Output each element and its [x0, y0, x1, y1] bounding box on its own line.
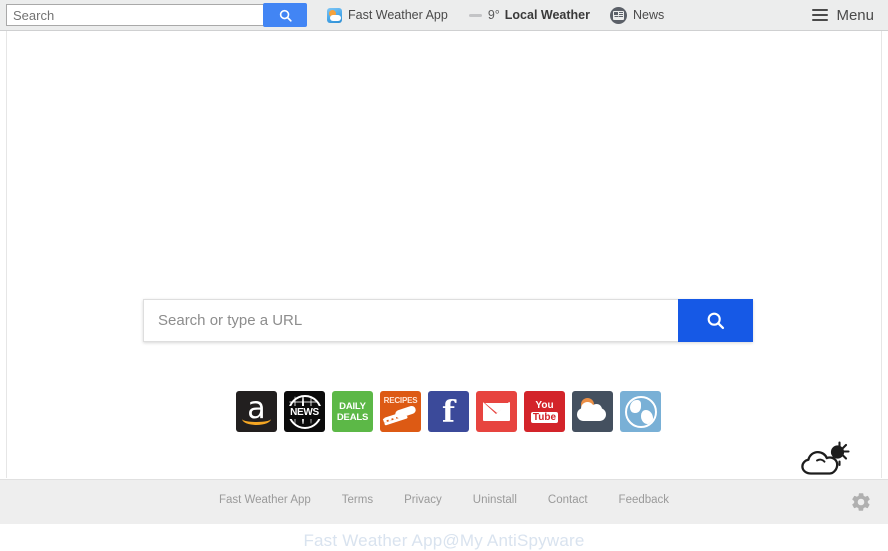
footer-link-list: Fast Weather App Terms Privacy Uninstall… [0, 494, 888, 506]
shortcut-tiles: a NEWS DAILY DEALS RECIPES f You Tube [236, 391, 661, 432]
main-search-group [143, 299, 753, 342]
shortcut-tile-youtube[interactable]: You Tube [524, 391, 565, 432]
youtube-line1: You [535, 400, 554, 411]
facebook-icon: f [442, 394, 455, 430]
shortcut-tile-amazon[interactable]: a [236, 391, 277, 432]
main-search-button[interactable] [678, 299, 753, 342]
footer-link-feedback[interactable]: Feedback [619, 494, 670, 506]
toolbar-menu-label: Menu [836, 6, 874, 24]
toolbar-news-label: News [633, 8, 665, 22]
amazon-smile-icon [242, 413, 271, 425]
daily-deals-line2: DEALS [336, 411, 369, 423]
new-tab-page: Fast Weather App 9° Local Weather News M… [0, 0, 888, 550]
daily-deals-label: DAILY DEALS [337, 401, 368, 423]
toolbar-app-label: Fast Weather App [348, 8, 448, 22]
fast-weather-app-icon [327, 7, 342, 23]
footer-link-uninstall[interactable]: Uninstall [473, 494, 517, 506]
footer-link-fast-weather-app[interactable]: Fast Weather App [219, 494, 311, 506]
youtube-icon: You Tube [530, 400, 559, 423]
toolbar-menu-button[interactable]: Menu [812, 0, 874, 30]
shortcut-tile-weather[interactable] [572, 391, 613, 432]
toolbar-item-local-weather[interactable]: 9° Local Weather [468, 8, 590, 22]
toolbar-item-news[interactable]: News [610, 6, 665, 24]
browser-toolbar: Fast Weather App 9° Local Weather News M… [0, 0, 888, 31]
newspaper-icon [610, 6, 627, 24]
search-icon [279, 9, 292, 22]
toolbar-temperature: 9° [487, 8, 500, 22]
news-tile-label: NEWS [284, 406, 325, 419]
recipes-label: RECIPES [383, 396, 418, 405]
earth-icon [624, 395, 657, 428]
toolbar-search-button[interactable] [263, 3, 307, 27]
shortcut-tile-recipes[interactable]: RECIPES [380, 391, 421, 432]
footer-link-privacy[interactable]: Privacy [404, 494, 442, 506]
sun-behind-cloud-icon [801, 441, 850, 475]
main-search-input[interactable] [143, 299, 678, 342]
page-content: a NEWS DAILY DEALS RECIPES f [6, 31, 882, 550]
daily-deals-line1: DAILY [339, 400, 366, 412]
weather-widget-button[interactable] [798, 440, 852, 482]
toolbar-search-group [6, 3, 307, 27]
shortcut-tile-mail[interactable] [476, 391, 517, 432]
search-icon [707, 312, 725, 330]
watermark-text: Fast Weather App@My AntiSpyware [303, 531, 585, 550]
shortcut-tile-daily-deals[interactable]: DAILY DEALS [332, 391, 373, 432]
cloud-icon [468, 10, 484, 20]
hamburger-icon [812, 9, 829, 21]
shortcut-tile-facebook[interactable]: f [428, 391, 469, 432]
toolbar-item-fast-weather-app[interactable]: Fast Weather App [327, 7, 448, 23]
footer-link-terms[interactable]: Terms [342, 494, 373, 506]
gear-icon [852, 493, 870, 511]
cloud-icon [577, 402, 606, 421]
toolbar-weather-label: Local Weather [504, 8, 590, 22]
shortcut-tile-news[interactable]: NEWS [284, 391, 325, 432]
page-footer: Fast Weather App Terms Privacy Uninstall… [0, 479, 888, 524]
shortcut-tile-globe[interactable] [620, 391, 661, 432]
envelope-icon [483, 402, 510, 421]
settings-button[interactable] [850, 491, 872, 513]
footer-link-contact[interactable]: Contact [548, 494, 588, 506]
youtube-line2: Tube [530, 412, 559, 423]
toolbar-search-input[interactable] [6, 4, 264, 26]
